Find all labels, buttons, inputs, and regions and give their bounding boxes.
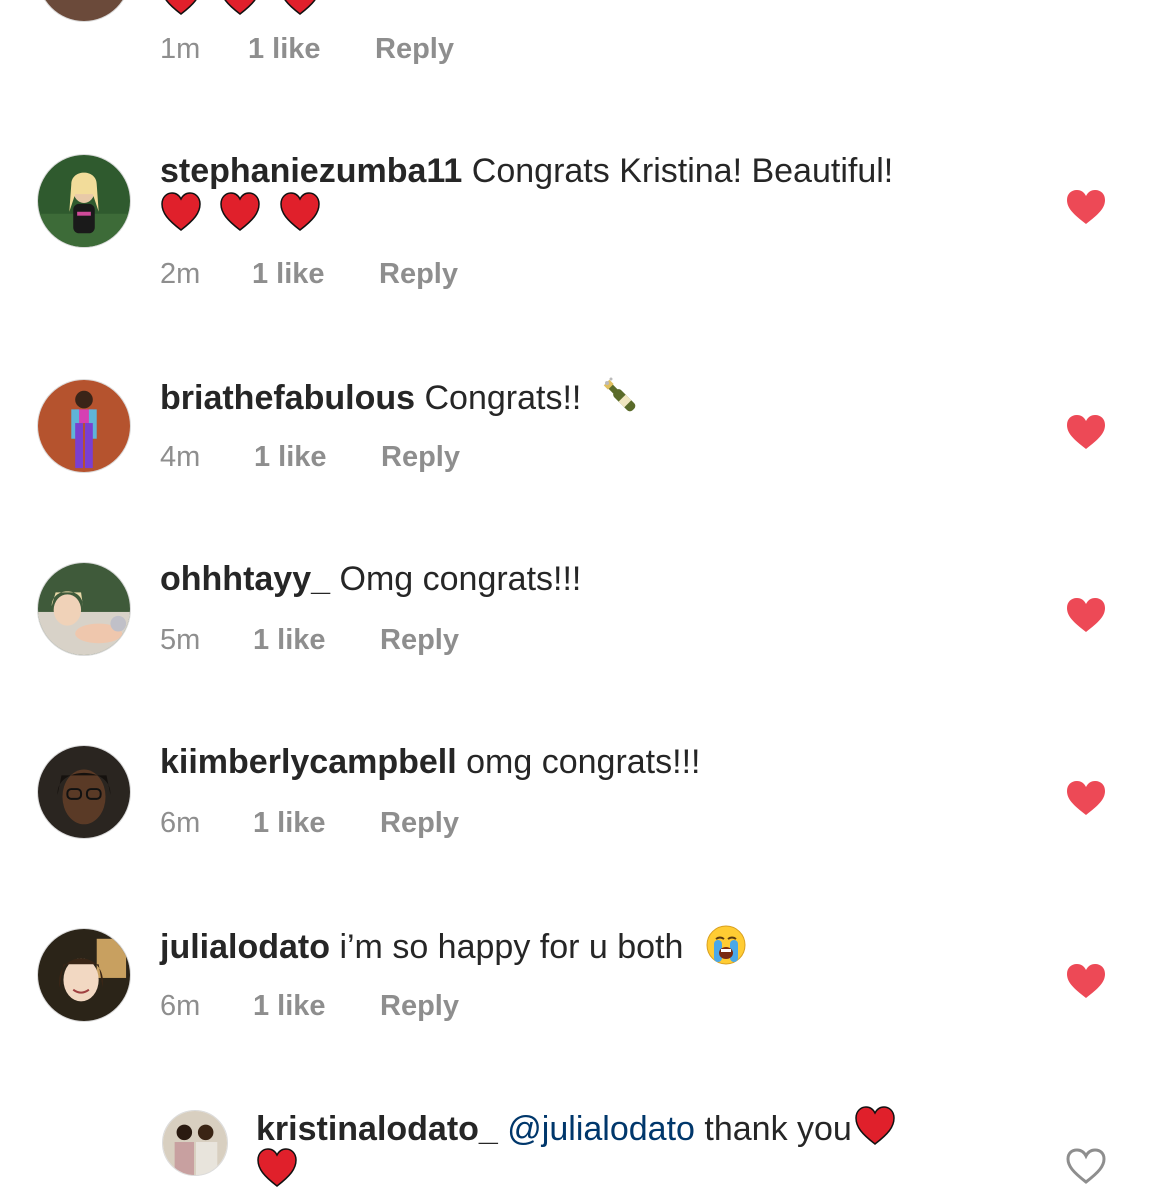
emoji-line [160,0,329,20]
heart-emoji-icon [224,0,257,15]
comment-time: 5m [160,624,201,656]
likes-count[interactable]: 1 like [253,622,380,658]
heart-emoji-icon [855,1106,895,1145]
like-heart-outline-icon[interactable] [1066,1148,1106,1184]
like-heart-icon[interactable] [1066,780,1106,816]
comment-meta: 6m 1 like Reply [160,805,459,841]
heart-emoji-icon [161,192,201,231]
like-heart-icon[interactable] [1066,189,1106,225]
reply-button[interactable]: Reply [381,439,460,475]
avatar[interactable] [162,1110,228,1176]
comment-username[interactable]: ohhhtayy_ [160,560,330,598]
likes-count[interactable]: 1 like [254,439,381,475]
heart-emoji-icon [257,1148,297,1187]
reply-button[interactable]: Reply [379,256,458,292]
mention-link[interactable]: @julialodato [507,1110,695,1148]
comment-username[interactable]: julialodato [160,928,330,966]
likes-count[interactable]: 1 like [253,988,380,1024]
comment-body: Omg congrats!!! [339,560,582,598]
comment-body: Congrats!! [424,379,582,417]
champagne-emoji-icon [603,377,636,412]
emoji-line [160,192,329,236]
comment-time: 1m [160,33,201,65]
reply-button[interactable]: Reply [375,31,454,67]
comment-meta: 2m 1 like Reply [160,256,458,292]
reply-button[interactable]: Reply [380,988,459,1024]
avatar[interactable] [37,928,131,1022]
reply-button[interactable]: Reply [380,622,459,658]
comment-username[interactable]: stephaniezumba11 [160,152,462,190]
comment-time: 6m [160,990,201,1022]
avatar[interactable] [37,0,131,22]
comment-meta: 4m 1 like Reply [160,439,460,475]
avatar[interactable] [37,154,131,248]
like-heart-icon[interactable] [1066,963,1106,999]
comment-time: 6m [160,807,201,839]
avatar[interactable] [37,379,131,473]
heart-emoji-icon [165,0,197,15]
comment-username[interactable]: kiimberlycampbell [160,743,457,781]
comment-username[interactable]: briathefabulous [160,379,415,417]
avatar[interactable] [37,745,131,839]
comment-text: stephaniezumba11 Congrats Kristina! Beau… [160,150,893,192]
comment-time: 4m [160,441,201,473]
comment-body: omg congrats!!! [466,743,701,781]
emoji-line [256,1148,306,1192]
likes-count[interactable]: 1 like [253,805,380,841]
comment-body: Congrats Kristina! Beautiful! [471,152,894,190]
comment-meta: 6m 1 like Reply [160,988,459,1024]
likes-count[interactable]: 1 like [248,31,375,67]
heart-emoji-icon [220,192,261,231]
comment-text: kristinalodato_ @julialodato thank you [256,1106,904,1150]
comment-text: kiimberlycampbell omg congrats!!! [160,741,700,783]
comment-username[interactable]: kristinalodato_ [256,1110,498,1148]
comment-body: thank you [704,1110,852,1148]
comment-text: julialodato i’m so happy for u both [160,924,747,968]
comment-time: 2m [160,258,201,290]
heart-emoji-icon [280,192,320,231]
comment-meta: 5m 1 like Reply [160,622,459,658]
like-heart-icon[interactable] [1066,597,1106,633]
avatar[interactable] [37,562,131,656]
comment-text: ohhhtayy_ Omg congrats!!! [160,558,581,600]
loudly-crying-face-emoji-icon [706,925,746,965]
reply-button[interactable]: Reply [380,805,459,841]
heart-emoji-icon [284,0,316,15]
comment-text: briathefabulous Congrats!! [160,375,641,419]
like-heart-icon[interactable] [1066,414,1106,450]
comment-body: i’m so happy for u both [339,928,684,966]
likes-count[interactable]: 1 like [252,256,379,292]
comment-meta: 1m 1 like Reply [160,31,454,67]
